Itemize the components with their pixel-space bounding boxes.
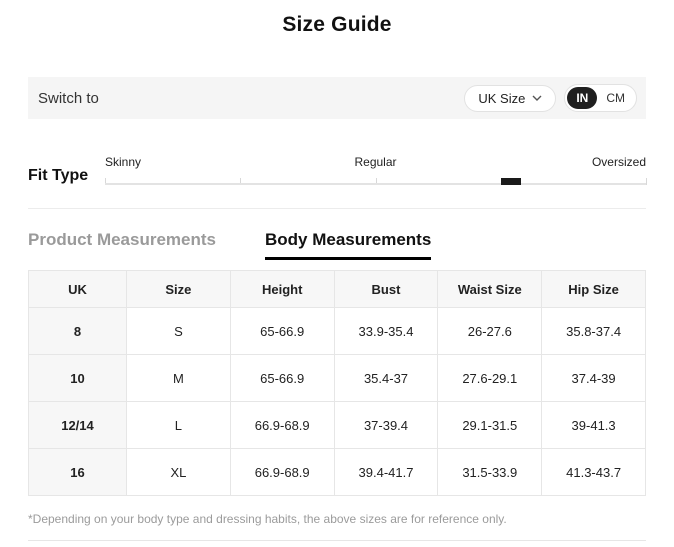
page-title: Size Guide <box>282 13 392 36</box>
cell-uk: 8 <box>28 307 127 355</box>
measurement-tabs: Product Measurements Body Measurements <box>28 230 646 260</box>
cell-hip: 41.3-43.7 <box>541 448 646 496</box>
table-row: 16 XL 66.9-68.9 39.4-41.7 31.5-33.9 41.3… <box>28 448 646 496</box>
cell-bust: 33.9-35.4 <box>333 307 439 355</box>
tab-body-measurements[interactable]: Body Measurements <box>265 230 432 260</box>
size-system-value: UK Size <box>478 90 526 106</box>
fit-option-skinny[interactable]: Skinny <box>105 155 141 169</box>
size-system-dropdown[interactable]: UK Size <box>464 84 557 112</box>
cell-uk: 12/14 <box>28 401 127 449</box>
cell-uk: 16 <box>28 448 127 496</box>
cell-hip: 39-41.3 <box>541 401 646 449</box>
unit-option-in[interactable]: IN <box>567 87 598 109</box>
cell-size: XL <box>126 448 231 496</box>
cell-hip: 35.8-37.4 <box>541 307 646 355</box>
fit-type-options: Skinny Regular Oversized <box>105 155 646 170</box>
switch-controls: UK Size IN CM <box>464 84 637 112</box>
cell-size: S <box>126 307 231 355</box>
fit-type-track[interactable] <box>105 178 647 185</box>
table-row: 12/14 L 66.9-68.9 37-39.4 29.1-31.5 39-4… <box>28 401 646 449</box>
cell-bust: 35.4-37 <box>333 354 439 402</box>
cell-bust: 37-39.4 <box>333 401 439 449</box>
switch-to-label: Switch to <box>38 89 99 107</box>
size-table: UK Size Height Bust Waist Size Hip Size … <box>28 270 646 496</box>
cell-waist: 31.5-33.9 <box>437 448 543 496</box>
fit-type-section: Fit Type Skinny Regular Oversized <box>28 155 647 185</box>
cell-hip: 37.4-39 <box>541 354 646 402</box>
cell-uk: 10 <box>28 354 127 402</box>
fit-option-oversized[interactable]: Oversized <box>592 155 646 169</box>
section-divider <box>28 208 646 209</box>
table-row: 8 S 65-66.9 33.9-35.4 26-27.6 35.8-37.4 <box>28 307 646 355</box>
cell-waist: 29.1-31.5 <box>437 401 543 449</box>
cell-size: M <box>126 354 231 402</box>
col-header-size: Size <box>126 270 231 308</box>
cell-bust: 39.4-41.7 <box>333 448 439 496</box>
unit-toggle[interactable]: IN CM <box>564 84 637 112</box>
cell-height: 65-66.9 <box>229 307 335 355</box>
table-header-row: UK Size Height Bust Waist Size Hip Size <box>28 270 646 308</box>
cell-height: 66.9-68.9 <box>229 401 335 449</box>
chevron-down-icon <box>532 95 542 101</box>
fit-option-regular[interactable]: Regular <box>354 155 396 169</box>
slider-baseline <box>105 183 646 185</box>
slider-tick <box>646 178 647 185</box>
unit-option-cm[interactable]: CM <box>597 87 634 109</box>
cell-size: L <box>126 401 231 449</box>
col-header-bust: Bust <box>333 270 439 308</box>
switch-bar: Switch to UK Size IN CM <box>28 77 646 119</box>
col-header-hip: Hip Size <box>541 270 646 308</box>
bottom-divider <box>28 540 646 541</box>
col-header-uk: UK <box>28 270 127 308</box>
cell-height: 65-66.9 <box>229 354 335 402</box>
disclaimer-text: *Depending on your body type and dressin… <box>28 512 507 526</box>
fit-type-slider[interactable]: Skinny Regular Oversized <box>105 155 647 185</box>
slider-handle[interactable] <box>500 178 521 185</box>
size-guide-page: Size Guide Switch to UK Size IN CM Fit T… <box>0 0 674 541</box>
cell-waist: 27.6-29.1 <box>437 354 543 402</box>
col-header-waist: Waist Size <box>437 270 543 308</box>
fit-type-label: Fit Type <box>28 167 89 184</box>
table-row: 10 M 65-66.9 35.4-37 27.6-29.1 37.4-39 <box>28 354 646 402</box>
cell-height: 66.9-68.9 <box>229 448 335 496</box>
col-header-height: Height <box>229 270 335 308</box>
cell-waist: 26-27.6 <box>437 307 543 355</box>
tab-product-measurements[interactable]: Product Measurements <box>28 230 216 260</box>
